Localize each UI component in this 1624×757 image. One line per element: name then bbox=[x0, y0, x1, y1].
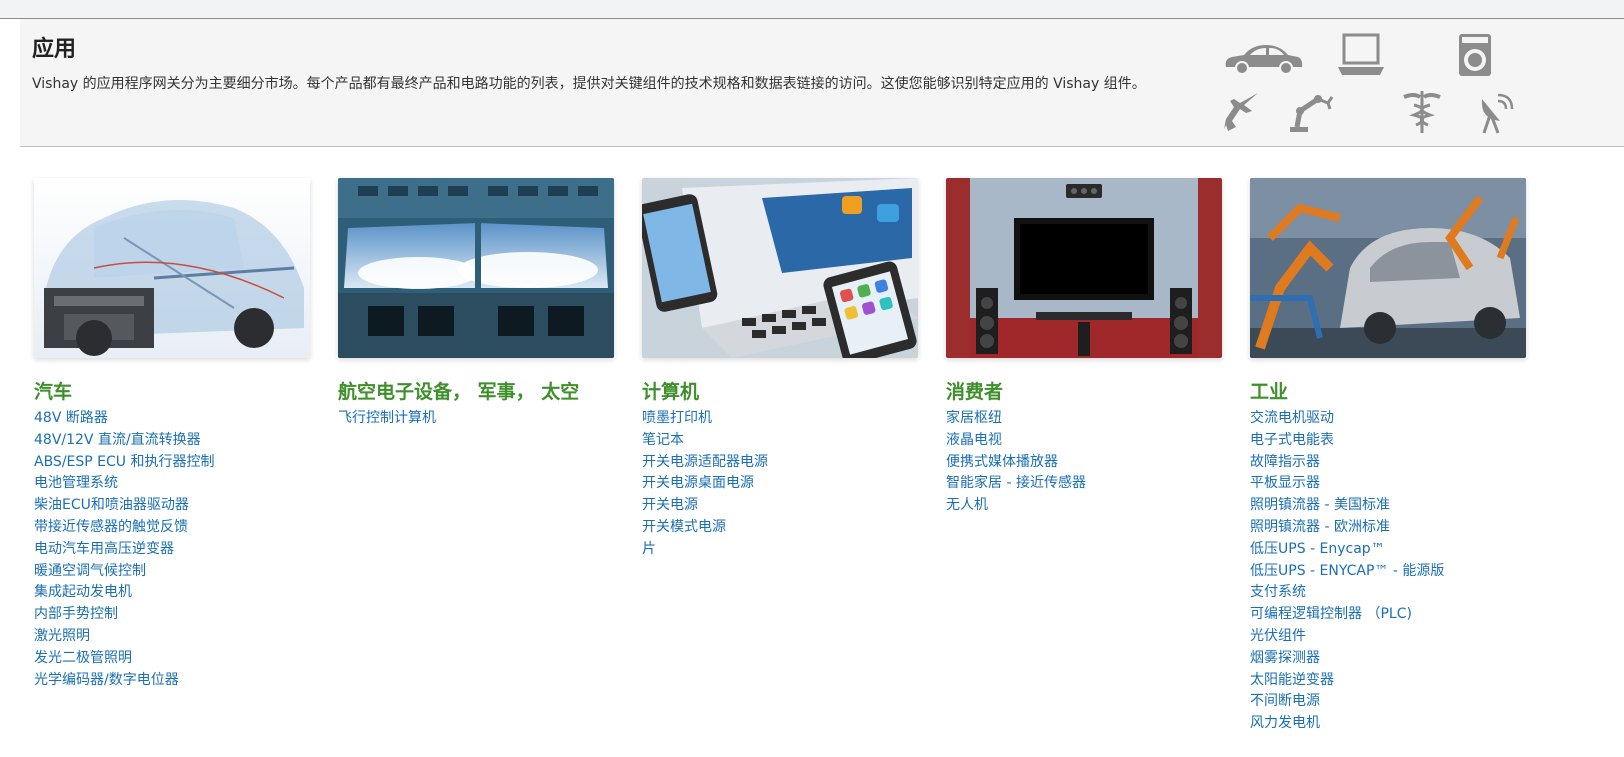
intro-description: Vishay 的应用程序网关分为主要细分市场。每个产品都有最终产品和电路功能的列… bbox=[32, 76, 1146, 92]
application-list: 48V 断路器 48V/12V 直流/直流转换器 ABS/ESP ECU 和执行… bbox=[34, 408, 314, 691]
category-title[interactable]: 工业 bbox=[1250, 377, 1530, 404]
application-link[interactable]: 电池管理系统 bbox=[34, 473, 314, 495]
car-icon bbox=[1225, 45, 1303, 75]
category-automotive: 汽车 48V 断路器 48V/12V 直流/直流转换器 ABS/ESP ECU … bbox=[34, 178, 314, 691]
application-link[interactable]: 液晶电视 bbox=[946, 430, 1226, 452]
application-link[interactable]: 片 bbox=[642, 539, 922, 561]
application-link[interactable]: 照明镇流器 - 欧洲标准 bbox=[1250, 517, 1530, 539]
laptop-icon bbox=[1338, 33, 1384, 75]
category-title[interactable]: 航空电子设备， 军事， 太空 bbox=[338, 377, 618, 404]
application-link[interactable]: 可编程逻辑控制器 （PLC) bbox=[1250, 604, 1530, 626]
application-link[interactable]: 交流电机驱动 bbox=[1250, 408, 1530, 430]
fighter-jet-icon bbox=[1224, 93, 1258, 131]
application-link[interactable]: 开关电源桌面电源 bbox=[642, 473, 922, 495]
category-computers: 计算机 喷墨打印机 笔记本 开关电源适配器电源 开关电源桌面电源 开关电源 开关… bbox=[642, 178, 922, 561]
application-link[interactable]: 内部手势控制 bbox=[34, 604, 314, 626]
application-icons bbox=[1220, 31, 1520, 139]
application-link[interactable]: 光伏组件 bbox=[1250, 626, 1530, 648]
robot-arm-icon bbox=[1290, 95, 1334, 132]
application-link[interactable]: 烟雾探测器 bbox=[1250, 648, 1530, 670]
application-link[interactable]: 48V 断路器 bbox=[34, 408, 314, 430]
category-consumer: 消费者 家居枢纽 液晶电视 便携式媒体播放器 智能家居 - 接近传感器 无人机 bbox=[946, 178, 1226, 517]
application-link[interactable]: 开关电源适配器电源 bbox=[642, 452, 922, 474]
washing-machine-icon bbox=[1459, 34, 1491, 76]
automotive-photo[interactable] bbox=[34, 178, 310, 358]
factory-robots-photo[interactable] bbox=[1250, 178, 1526, 358]
home-theater-photo[interactable] bbox=[946, 178, 1222, 358]
application-link[interactable]: 便携式媒体播放器 bbox=[946, 452, 1226, 474]
application-link[interactable]: 带接近传感器的触觉反馈 bbox=[34, 517, 314, 539]
applications-intro: 应用 Vishay 的应用程序网关分为主要细分市场。每个产品都有最终产品和电路功… bbox=[20, 19, 1624, 147]
application-link[interactable]: 开关电源 bbox=[642, 495, 922, 517]
category-title[interactable]: 计算机 bbox=[642, 377, 922, 404]
application-link[interactable]: 电子式电能表 bbox=[1250, 430, 1530, 452]
application-link[interactable]: 柴油ECU和喷油器驱动器 bbox=[34, 495, 314, 517]
application-link[interactable]: 暖通空调气候控制 bbox=[34, 561, 314, 583]
category-title[interactable]: 汽车 bbox=[34, 377, 314, 404]
category-title[interactable]: 消费者 bbox=[946, 377, 1226, 404]
application-list: 家居枢纽 液晶电视 便携式媒体播放器 智能家居 - 接近传感器 无人机 bbox=[946, 408, 1226, 517]
page-title: 应用 bbox=[32, 37, 77, 62]
application-link[interactable]: 喷墨打印机 bbox=[642, 408, 922, 430]
application-link[interactable]: ABS/ESP ECU 和执行器控制 bbox=[34, 452, 314, 474]
application-link[interactable]: 支付系统 bbox=[1250, 582, 1530, 604]
application-link[interactable]: 集成起动发电机 bbox=[34, 582, 314, 604]
application-link[interactable]: 激光照明 bbox=[34, 626, 314, 648]
application-list: 喷墨打印机 笔记本 开关电源适配器电源 开关电源桌面电源 开关电源 开关模式电源… bbox=[642, 408, 922, 561]
cockpit-photo[interactable] bbox=[338, 178, 614, 358]
application-link[interactable]: 飞行控制计算机 bbox=[338, 408, 618, 430]
application-link[interactable]: 太阳能逆变器 bbox=[1250, 670, 1530, 692]
top-strip bbox=[0, 0, 1624, 19]
application-link[interactable]: 不间断电源 bbox=[1250, 691, 1530, 713]
category-industrial: 工业 交流电机驱动 电子式电能表 故障指示器 平板显示器 照明镇流器 - 美国标… bbox=[1250, 178, 1530, 735]
application-link[interactable]: 低压UPS - ENYCAP™ - 能源版 bbox=[1250, 561, 1530, 583]
application-list: 飞行控制计算机 bbox=[338, 408, 618, 430]
satellite-dish-icon bbox=[1481, 93, 1514, 134]
application-link[interactable]: 风力发电机 bbox=[1250, 713, 1530, 735]
caduceus-icon bbox=[1403, 91, 1441, 133]
application-link[interactable]: 低压UPS - Enycap™ bbox=[1250, 539, 1530, 561]
application-link[interactable]: 平板显示器 bbox=[1250, 473, 1530, 495]
application-link[interactable]: 家居枢纽 bbox=[946, 408, 1226, 430]
application-link[interactable]: 智能家居 - 接近传感器 bbox=[946, 473, 1226, 495]
application-link[interactable]: 光学编码器/数字电位器 bbox=[34, 670, 314, 692]
computer-devices-photo[interactable] bbox=[642, 178, 918, 358]
application-link[interactable]: 开关模式电源 bbox=[642, 517, 922, 539]
application-link[interactable]: 无人机 bbox=[946, 495, 1226, 517]
application-link[interactable]: 48V/12V 直流/直流转换器 bbox=[34, 430, 314, 452]
application-link[interactable]: 发光二极管照明 bbox=[34, 648, 314, 670]
category-avionics: 航空电子设备， 军事， 太空 飞行控制计算机 bbox=[338, 178, 618, 430]
application-link[interactable]: 照明镇流器 - 美国标准 bbox=[1250, 495, 1530, 517]
application-link[interactable]: 故障指示器 bbox=[1250, 452, 1530, 474]
application-link[interactable]: 笔记本 bbox=[642, 430, 922, 452]
application-list: 交流电机驱动 电子式电能表 故障指示器 平板显示器 照明镇流器 - 美国标准 照… bbox=[1250, 408, 1530, 735]
application-link[interactable]: 电动汽车用高压逆变器 bbox=[34, 539, 314, 561]
